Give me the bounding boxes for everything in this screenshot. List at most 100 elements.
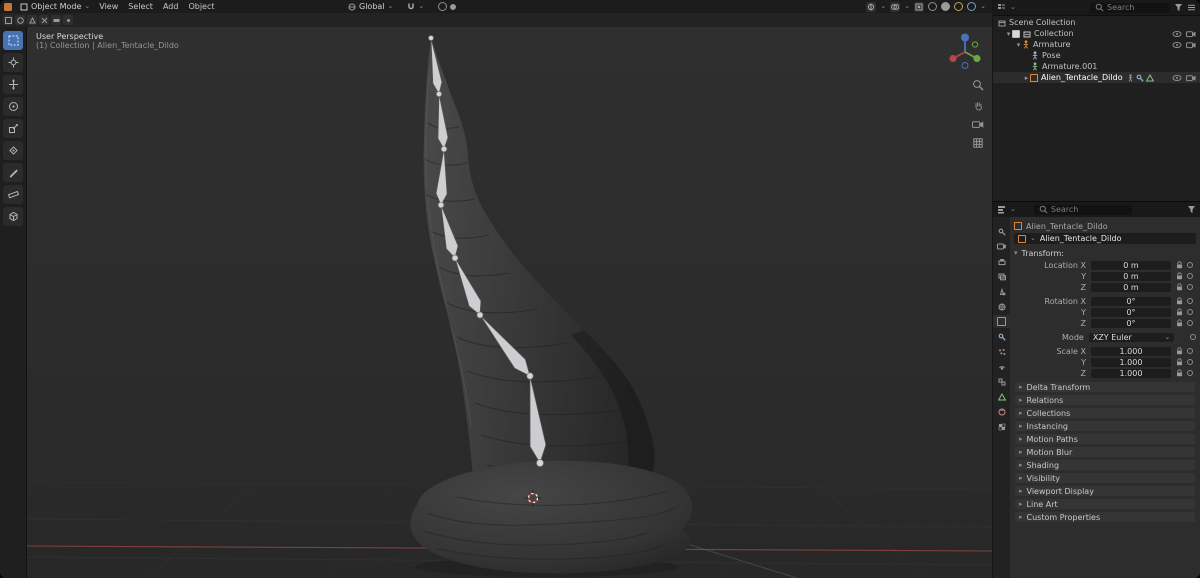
chevron-down-icon[interactable]: ⌄ — [880, 3, 886, 10]
viewport-3d[interactable]: User Perspective (1) Collection | Alien_… — [27, 27, 992, 578]
disable-render-camera-icon[interactable] — [1186, 30, 1196, 38]
outliner-row-scene-collection[interactable]: Scene Collection — [993, 17, 1200, 28]
tab-object-data[interactable] — [993, 390, 1010, 403]
lock-icon[interactable] — [1174, 358, 1184, 366]
lock-icon[interactable] — [1174, 308, 1184, 316]
panel-viewport-display[interactable]: ▸ Viewport Display — [1015, 486, 1195, 496]
menu-object[interactable]: Object — [183, 2, 219, 11]
panel-instancing[interactable]: ▸ Instancing — [1015, 421, 1195, 431]
tool-move[interactable] — [3, 75, 23, 94]
outliner-row-pose[interactable]: Pose — [993, 50, 1200, 61]
decorator-dot[interactable] — [1187, 348, 1193, 354]
expander-icon[interactable]: ▾ — [1015, 41, 1022, 49]
mode-dropdown[interactable]: Object Mode ⌄ — [16, 1, 94, 12]
tab-modifiers[interactable] — [993, 330, 1010, 343]
tab-texture[interactable] — [993, 420, 1010, 433]
header-small-icon[interactable] — [63, 15, 73, 25]
snapping-button[interactable]: ⌄ — [403, 1, 428, 12]
location-x-field[interactable]: 0 m — [1091, 260, 1171, 270]
tab-scene[interactable] — [993, 285, 1010, 298]
expander-icon[interactable]: ▸ — [1023, 74, 1030, 82]
tab-particles[interactable] — [993, 345, 1010, 358]
panel-collections[interactable]: ▸ Collections — [1015, 408, 1195, 418]
panel-shading[interactable]: ▸ Shading — [1015, 460, 1195, 470]
filter-icon[interactable] — [1187, 205, 1196, 214]
panel-custom-properties[interactable]: ▸ Custom Properties — [1015, 512, 1195, 522]
scale-z-field[interactable]: 1.000 — [1091, 368, 1171, 378]
transform-section-header[interactable]: ▾ Transform: — [1014, 248, 1196, 259]
outliner-editor-icon[interactable] — [997, 3, 1006, 12]
menu-add[interactable]: Add — [158, 2, 184, 11]
tab-world[interactable] — [993, 300, 1010, 313]
decorator-dot[interactable] — [1187, 359, 1193, 365]
tab-tool[interactable] — [993, 225, 1010, 238]
ortho-toggle-control[interactable] — [973, 138, 983, 148]
zoom-control[interactable] — [972, 79, 984, 91]
decorator-dot[interactable] — [1187, 309, 1193, 315]
shading-material-button[interactable] — [954, 2, 964, 11]
outliner-row-collection[interactable]: ▾ Collection — [993, 28, 1200, 39]
tool-transform[interactable] — [3, 141, 23, 160]
tab-physics[interactable] — [993, 360, 1010, 373]
chevron-down-icon[interactable]: ⌄ — [1010, 206, 1016, 213]
tool-scale[interactable] — [3, 119, 23, 138]
tool-add-cube[interactable] — [3, 207, 23, 226]
disable-render-camera-icon[interactable] — [1186, 74, 1196, 82]
editor-type-icon[interactable] — [3, 2, 13, 12]
lock-icon[interactable] — [1174, 261, 1184, 269]
decorator-dot[interactable] — [1187, 320, 1193, 326]
header-small-icon[interactable] — [51, 15, 61, 25]
tab-view-layer[interactable] — [993, 270, 1010, 283]
panel-motion-blur[interactable]: ▸ Motion Blur — [1015, 447, 1195, 457]
lock-icon[interactable] — [1174, 319, 1184, 327]
header-small-icon[interactable] — [39, 15, 49, 25]
panel-relations[interactable]: ▸ Relations — [1015, 395, 1195, 405]
hide-eye-icon[interactable] — [1172, 41, 1182, 49]
proportional-editing-button[interactable] — [434, 1, 460, 12]
decorator-dot[interactable] — [1190, 334, 1196, 340]
rotation-mode-dropdown[interactable]: XZY Euler ⌄ — [1088, 332, 1175, 342]
tool-select-box[interactable] — [3, 31, 23, 50]
outliner-search-input[interactable]: Search — [1090, 2, 1170, 13]
scale-x-field[interactable]: 1.000 — [1091, 346, 1171, 356]
location-z-field[interactable]: 0 m — [1091, 282, 1171, 292]
lock-icon[interactable] — [1174, 283, 1184, 291]
decorator-dot[interactable] — [1187, 284, 1193, 290]
gizmos-toggle[interactable] — [866, 1, 877, 12]
properties-search-input[interactable]: Search — [1033, 204, 1132, 215]
tool-cursor[interactable] — [3, 53, 23, 72]
decorator-dot[interactable] — [1187, 262, 1193, 268]
tab-object[interactable] — [993, 315, 1010, 328]
tab-material[interactable] — [993, 405, 1010, 418]
lock-icon[interactable] — [1174, 297, 1184, 305]
lock-icon[interactable] — [1174, 369, 1184, 377]
outliner-row-armature-data[interactable]: Armature.001 — [993, 61, 1200, 72]
collection-checkbox[interactable] — [1012, 29, 1020, 38]
chevron-down-icon[interactable]: ⌄ — [1010, 4, 1016, 11]
rotation-y-field[interactable]: 0° — [1091, 307, 1171, 317]
chevron-down-icon[interactable]: ⌄ — [904, 3, 910, 10]
header-small-icon[interactable] — [3, 15, 13, 25]
lock-icon[interactable] — [1174, 347, 1184, 355]
outliner-options-icon[interactable] — [1187, 3, 1196, 12]
tab-output[interactable] — [993, 255, 1010, 268]
disable-render-camera-icon[interactable] — [1186, 41, 1196, 49]
camera-view-control[interactable] — [972, 120, 984, 129]
expander-icon[interactable]: ▾ — [1005, 30, 1012, 38]
outliner-row-mesh-object[interactable]: ▸ Alien_Tentacle_Dildo — [993, 72, 1200, 83]
xray-toggle[interactable] — [914, 1, 925, 12]
menu-select[interactable]: Select — [123, 2, 158, 11]
decorator-dot[interactable] — [1187, 298, 1193, 304]
panel-delta-transform[interactable]: ▸ Delta Transform — [1015, 382, 1195, 392]
tool-measure[interactable] — [3, 185, 23, 204]
chevron-down-icon[interactable]: ⌄ — [980, 3, 986, 10]
outliner-row-armature[interactable]: ▾ Armature — [993, 39, 1200, 50]
hide-eye-icon[interactable] — [1172, 30, 1182, 38]
lock-icon[interactable] — [1174, 272, 1184, 280]
tab-constraints[interactable] — [993, 375, 1010, 388]
location-y-field[interactable]: 0 m — [1091, 271, 1171, 281]
shading-wireframe-button[interactable] — [928, 2, 938, 11]
move-view-control[interactable] — [973, 100, 984, 111]
transform-orientation-dropdown[interactable]: Global ⌄ — [344, 1, 397, 12]
decorator-dot[interactable] — [1187, 273, 1193, 279]
